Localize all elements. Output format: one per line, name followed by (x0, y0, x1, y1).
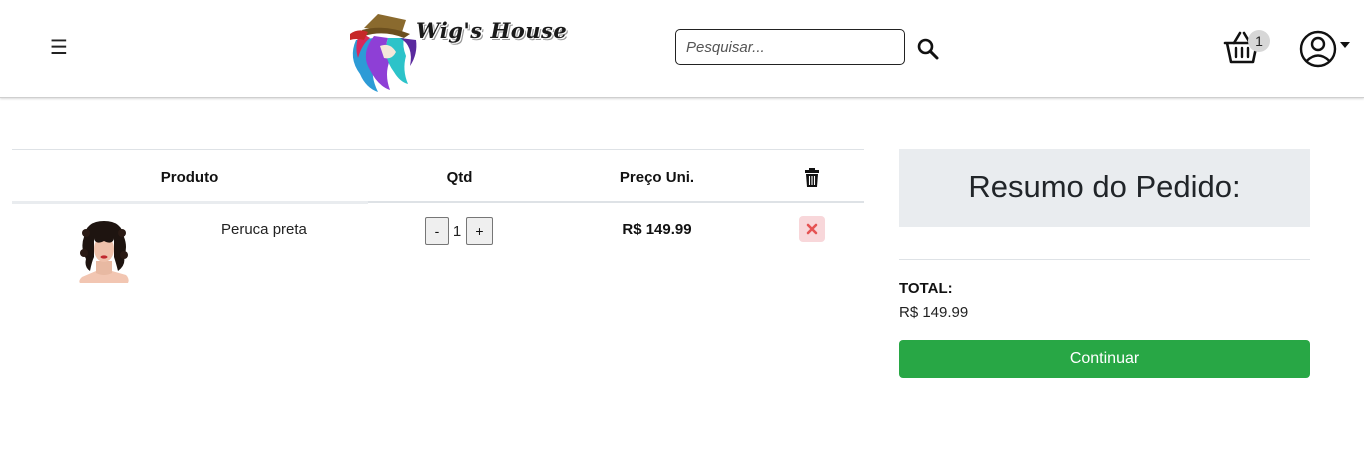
logo[interactable]: Wig's House (344, 10, 567, 94)
cart-table-header: Produto Qtd Preço Uni. (12, 149, 864, 203)
user-menu-button[interactable] (1298, 28, 1352, 70)
cart-count-badge: 1 (1248, 30, 1270, 52)
product-name: Peruca preta (221, 221, 307, 238)
caret-down-icon (1340, 42, 1350, 48)
product-image (78, 217, 130, 283)
user-circle-icon (1299, 30, 1350, 68)
column-header-produto: Produto (160, 169, 219, 186)
close-x-icon (806, 223, 818, 235)
continue-button[interactable]: Continuar (899, 340, 1310, 378)
quantity-value: 1 (452, 223, 462, 240)
search-button[interactable] (914, 36, 942, 64)
order-summary: Resumo do Pedido: TOTAL: R$ 149.99 Conti… (899, 149, 1310, 378)
unit-price: R$ 149.99 (622, 221, 692, 238)
summary-title: Resumo do Pedido: (899, 149, 1310, 227)
cart-table: Produto Qtd Preço Uni. Peruca preta - 1 … (12, 149, 864, 293)
quantity-increase-button[interactable]: + (466, 217, 493, 245)
logo-hat-hair-icon (350, 14, 417, 92)
divider (899, 259, 1310, 260)
navbar: ☰ Wig's House 1 (0, 0, 1364, 98)
logo-text: Wig's House (416, 18, 568, 43)
column-header-qtd: Qtd (446, 169, 473, 186)
search-input[interactable] (675, 29, 905, 65)
table-row: Peruca preta - 1 + R$ 149.99 (12, 201, 864, 293)
remove-item-button[interactable] (799, 216, 825, 242)
trash-icon (805, 168, 819, 187)
quantity-decrease-button[interactable]: - (425, 217, 449, 245)
hamburger-icon[interactable]: ☰ (48, 36, 70, 60)
column-header-remove (792, 150, 832, 204)
search-icon (917, 38, 939, 59)
total-label: TOTAL: (899, 280, 953, 297)
column-header-preco: Preço Uni. (619, 169, 695, 186)
total-value: R$ 149.99 (899, 304, 969, 321)
